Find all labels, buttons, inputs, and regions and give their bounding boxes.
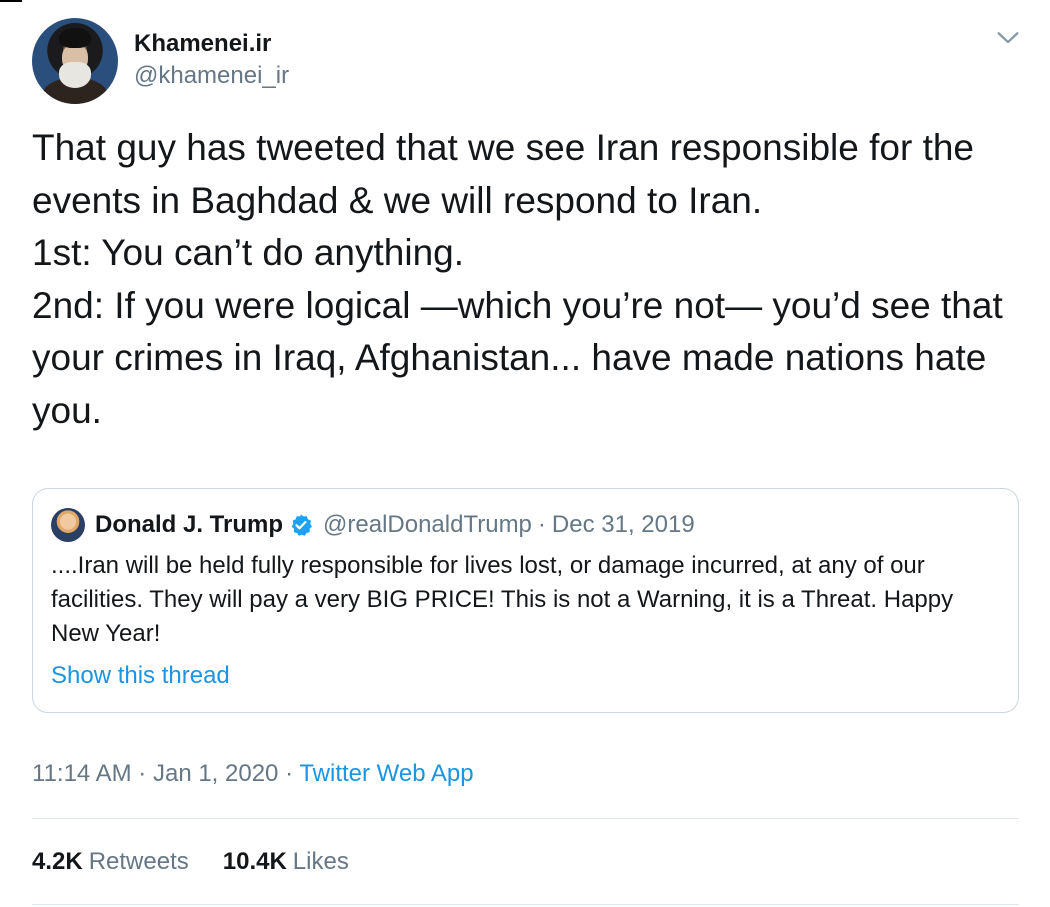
likes-count: 10.4K [222,848,287,875]
quoted-tweet[interactable]: Donald J. Trump @realDonaldTrump · Dec 3… [32,488,1019,713]
tweet-meta: 11:14 AM · Jan 1, 2020 · Twitter Web App [32,757,474,791]
retweets-count: 4.2K [32,848,83,875]
quoted-tweet-date: Dec 31, 2019 [551,511,695,538]
quoted-tweet-text: ....Iran will be held fully responsible … [51,552,954,647]
verified-badge-icon [291,514,312,536]
separator-dot: · [285,760,294,787]
retweets-stat[interactable]: 4.2K Retweets [32,845,189,879]
tweet-card: Khamenei.ir @khamenei_ir That guy has tw… [0,0,1050,907]
quoted-author-name: Donald J. Trump [95,511,284,538]
quoted-author-handle: @realDonaldTrump [323,511,532,538]
author-names: Khamenei.ir @khamenei_ir [134,29,289,93]
likes-label: Likes [292,848,349,875]
divider [32,904,1019,905]
likes-stat[interactable]: 10.4K Likes [223,845,349,879]
tweet-source-link[interactable]: Twitter Web App [299,760,473,787]
tweet-text: That guy has tweeted that we see Iran re… [32,127,1003,431]
author-avatar[interactable] [32,18,118,104]
quoted-tweet-header: Donald J. Trump @realDonaldTrump · Dec 3… [51,507,1000,543]
divider [32,818,1019,819]
author-handle[interactable]: @khamenei_ir [134,59,289,93]
show-thread-link[interactable]: Show this thread [51,659,1000,693]
chevron-down-icon[interactable] [994,24,1022,52]
separator-dot: · [138,760,147,787]
retweets-label: Retweets [88,848,189,875]
separator-dot: · [537,511,546,538]
tweet-stats: 4.2K Retweets 10.4K Likes [32,845,383,879]
tweet-date[interactable]: Jan 1, 2020 [153,760,278,787]
author-display-name[interactable]: Khamenei.ir [134,29,289,59]
tweet-header: Khamenei.ir @khamenei_ir [32,18,1022,104]
top-divider [0,0,22,2]
tweet-time[interactable]: 11:14 AM [32,760,132,787]
quoted-author-avatar [51,508,85,542]
